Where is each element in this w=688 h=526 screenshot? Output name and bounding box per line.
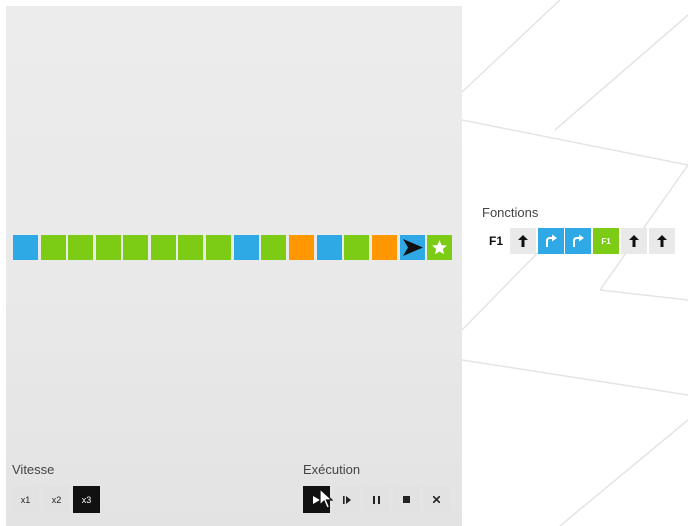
speed-x1-button[interactable]: x1 <box>12 486 39 513</box>
robot-arrow-icon <box>403 239 423 256</box>
tile-blue <box>234 235 259 260</box>
close-icon <box>433 496 440 503</box>
turn-right-icon <box>546 234 557 247</box>
f1-slot-5[interactable] <box>621 228 647 254</box>
reset-button[interactable] <box>423 486 450 513</box>
f1-label: F1 <box>489 234 504 248</box>
turn-right-icon <box>573 234 584 247</box>
star-icon <box>432 240 447 255</box>
tile-robot <box>400 235 425 260</box>
pause-icon <box>373 495 380 504</box>
tile-green <box>96 235 121 260</box>
f1-slot-6[interactable] <box>649 228 675 254</box>
tile-orange <box>289 235 314 260</box>
call-f1-label: F1 <box>601 236 611 246</box>
f1-slot-4[interactable]: F1 <box>593 228 619 254</box>
game-board: Vitesse x1 x2 x3 Exécution <box>6 6 462 526</box>
tile-green <box>206 235 231 260</box>
tile-green <box>178 235 203 260</box>
pause-button[interactable] <box>363 486 390 513</box>
tile-orange <box>372 235 397 260</box>
tile-green <box>123 235 148 260</box>
tile-green <box>261 235 286 260</box>
stop-button[interactable] <box>393 486 420 513</box>
arrow-up-icon <box>657 235 667 247</box>
speed-x3-button[interactable]: x3 <box>73 486 100 513</box>
execution-label: Exécution <box>303 462 361 477</box>
tile-goal <box>427 235 452 260</box>
functions-title: Fonctions <box>482 205 539 220</box>
speed-x2-button[interactable]: x2 <box>43 486 70 513</box>
tile-blue <box>317 235 342 260</box>
stop-icon <box>403 496 410 503</box>
tile-green <box>41 235 66 260</box>
step-button[interactable] <box>333 486 360 513</box>
step-icon <box>342 495 351 504</box>
speed-label: Vitesse <box>12 462 55 477</box>
tile-blue <box>13 235 38 260</box>
tile-green <box>151 235 176 260</box>
arrow-up-icon <box>629 235 639 247</box>
tile-green <box>68 235 93 260</box>
tile-green <box>344 235 369 260</box>
mouse-cursor-icon <box>319 488 333 509</box>
f1-slot-1[interactable] <box>510 228 536 254</box>
f1-slot-3[interactable] <box>565 228 591 254</box>
arrow-up-icon <box>518 235 528 247</box>
f1-slot-2[interactable] <box>538 228 564 254</box>
